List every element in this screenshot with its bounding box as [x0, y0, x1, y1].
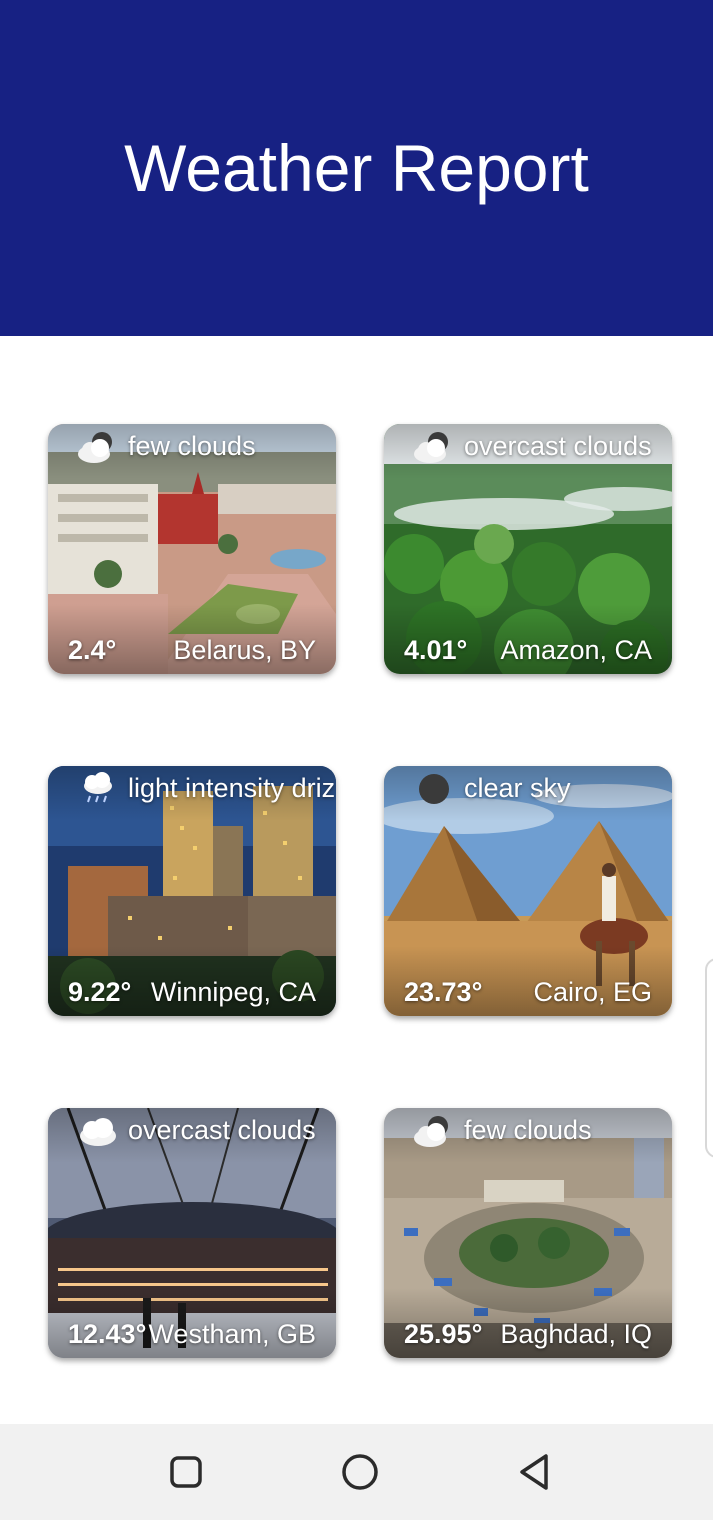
- clear-sky-icon: [419, 774, 449, 804]
- system-nav-bar: [0, 1424, 713, 1520]
- weather-card-amazon[interactable]: overcast clouds 4.01° Amazon, CA: [384, 424, 672, 674]
- location: Westham, GB: [148, 1319, 316, 1349]
- temperature: 12.43°: [68, 1319, 147, 1349]
- location: Cairo, EG: [533, 977, 652, 1007]
- weather-card-westham[interactable]: overcast clouds 12.43° Westham, GB: [48, 1108, 336, 1358]
- weather-card-baghdad[interactable]: few clouds 25.95° Baghdad, IQ: [384, 1108, 672, 1358]
- cloud-icon: [78, 432, 112, 463]
- temperature: 4.01°: [404, 635, 468, 665]
- back-icon[interactable]: [510, 1448, 558, 1496]
- cloud-icon: [414, 432, 448, 463]
- temperature: 23.73°: [404, 977, 483, 1007]
- temperature: 25.95°: [404, 1319, 483, 1349]
- temperature: 9.22°: [68, 977, 132, 1007]
- location: Amazon, CA: [500, 635, 652, 665]
- weather-description: clear sky: [464, 773, 571, 803]
- location: Baghdad, IQ: [500, 1319, 652, 1349]
- page-title: Weather Report: [124, 131, 589, 205]
- weather-card-belarus[interactable]: few clouds 2.4° Belarus, BY: [48, 424, 336, 674]
- location: Belarus, BY: [173, 635, 316, 665]
- weather-description: few clouds: [464, 1115, 592, 1145]
- weather-card-winnipeg[interactable]: light intensity driz 9.22° Winnipeg, CA: [48, 766, 336, 1016]
- weather-description: overcast clouds: [464, 431, 652, 461]
- weather-card-cairo[interactable]: clear sky 23.73° Cairo, EG: [384, 766, 672, 1016]
- home-icon[interactable]: [336, 1448, 384, 1496]
- app-header: Weather Report: [0, 0, 713, 336]
- weather-description: overcast clouds: [128, 1115, 316, 1145]
- temperature: 2.4°: [68, 635, 117, 665]
- recent-apps-icon[interactable]: [162, 1448, 210, 1496]
- cloud-icon: [80, 1118, 116, 1146]
- weather-description: few clouds: [128, 431, 256, 461]
- weather-description: light intensity driz: [128, 773, 336, 803]
- cloud-icon: [414, 1116, 448, 1147]
- location: Winnipeg, CA: [150, 977, 316, 1007]
- drizzle-cloud-icon: [84, 772, 112, 803]
- edge-panel-handle[interactable]: [705, 958, 713, 1158]
